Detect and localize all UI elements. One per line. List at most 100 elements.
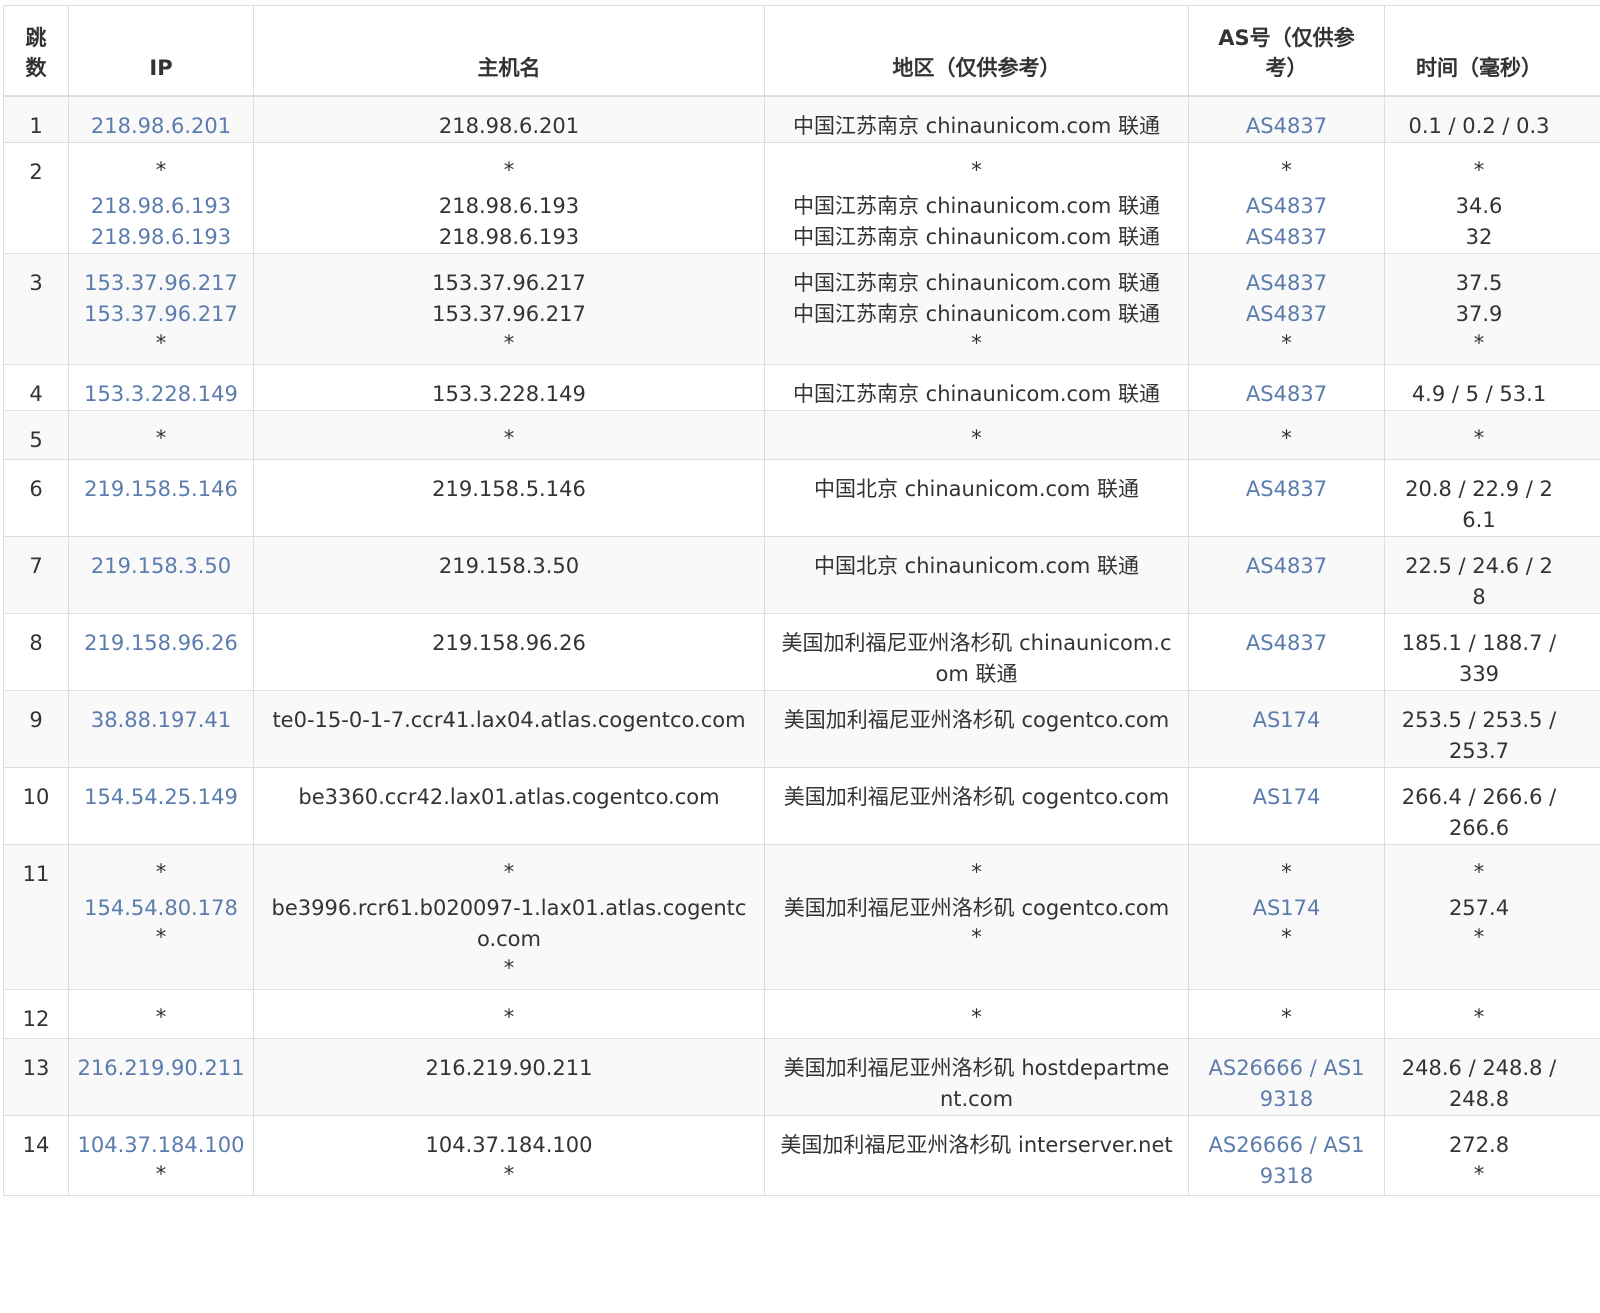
hop-number: 1 <box>29 113 43 138</box>
ip-link[interactable]: 154.54.25.149 <box>69 782 253 813</box>
no-response-marker: * <box>971 330 982 355</box>
as-link[interactable]: AS4837 <box>1189 299 1384 330</box>
ip-link[interactable]: 219.158.5.146 <box>69 474 253 505</box>
ip-link[interactable]: 154.54.80.178 <box>69 893 253 924</box>
no-response-marker: * <box>155 924 167 949</box>
host-cell-text: 218.98.6.193 <box>438 193 580 218</box>
hop-cell: 8 <box>3 612 69 691</box>
ip-link[interactable]: 153.3.228.149 <box>69 379 253 410</box>
no-response-marker: * <box>155 1161 167 1186</box>
hop-cell: 7 <box>3 535 69 614</box>
no-response-marker: * <box>971 924 982 949</box>
table-row: 14 104.37.184.100 * 104.37.184.100 * 美国加利福尼亚州… <box>3 1114 1600 1196</box>
table-header: 跳数 IP 主机名 地区（仅供参考） AS号（仅供参考） 时间（毫秒） <box>3 5 1600 97</box>
header-host: 主机名 <box>253 5 765 97</box>
host-cell: * <box>253 409 765 460</box>
table-row: 11 * 154.54.80.178 * * be3996.rcr61.b020097-1… <box>3 843 1600 990</box>
no-response-marker: * <box>1281 330 1292 355</box>
time-cell-text: 0.1 / 0.2 / 0.3 <box>1408 113 1550 138</box>
as-link[interactable]: AS26666 / AS19318 <box>1189 1130 1384 1192</box>
location-cell-text: 美国加利福尼亚州洛杉矶 hostdepartment.com <box>783 1055 1170 1111</box>
ip-link[interactable]: 153.37.96.217 <box>69 268 253 299</box>
as-link[interactable]: AS4837 <box>1189 222 1384 253</box>
ip-link[interactable]: 219.158.96.26 <box>69 628 253 659</box>
ip-link[interactable]: 153.37.96.217 <box>69 299 253 330</box>
ip-link[interactable]: 218.98.6.193 <box>69 222 253 253</box>
as-link[interactable]: AS4837 <box>1189 111 1384 142</box>
hop-number: 6 <box>29 476 43 501</box>
no-response-marker: * <box>503 425 515 450</box>
hop-number: 5 <box>29 427 43 452</box>
no-response-marker: * <box>971 1004 982 1029</box>
ip-link[interactable]: 104.37.184.100 <box>69 1130 253 1161</box>
time-cell-content: 272.8 * <box>1385 1130 1573 1195</box>
ip-link[interactable]: 38.88.197.41 <box>69 705 253 736</box>
no-response-marker: * <box>1281 1004 1292 1029</box>
as-link[interactable]: AS4837 <box>1189 551 1384 582</box>
no-response-marker: * <box>1473 330 1485 355</box>
time-cell: * <box>1384 409 1600 460</box>
time-cell-text: 248.6 / 248.8 / 248.8 <box>1401 1055 1557 1111</box>
header-host-label: 主机名 <box>477 55 541 80</box>
hop-cell: 5 <box>3 409 69 460</box>
time-cell-content: * 34.6 32 <box>1385 157 1573 253</box>
time-cell-text: 266.4 / 266.6 / 266.6 <box>1401 784 1557 840</box>
table-row: 8 219.158.96.26 219.158.96.26 美国加利福尼亚州洛杉矶 c… <box>3 612 1600 691</box>
hop-cell: 14 <box>3 1114 69 1196</box>
hop-cell: 9 <box>3 689 69 768</box>
no-response-marker: * <box>1281 924 1292 949</box>
table-row: 12 * * * * * <box>3 988 1600 1039</box>
time-cell-text: 37.5 <box>1455 270 1503 295</box>
location-cell-text: 中国江苏南京 chinaunicom.com 联通 <box>792 193 1161 218</box>
no-response-marker: * <box>1473 859 1485 884</box>
no-response-marker: * <box>1473 924 1485 949</box>
ip-link[interactable]: 218.98.6.201 <box>69 111 253 142</box>
ip-cell: 153.37.96.217 153.37.96.217 * <box>68 252 254 365</box>
host-cell-text: 219.158.5.146 <box>432 476 586 501</box>
header-as: AS号（仅供参考） <box>1188 5 1385 97</box>
hop-number: 14 <box>22 1132 50 1157</box>
table-row: 4 153.3.228.149 153.3.228.149 中国江苏南京 chinau… <box>3 363 1600 411</box>
as-cell: AS26666 / AS19318 <box>1188 1037 1385 1116</box>
as-link[interactable]: AS4837 <box>1189 628 1384 659</box>
ip-cell: * <box>68 988 254 1039</box>
as-link[interactable]: AS174 <box>1189 705 1384 736</box>
ip-link[interactable]: 216.219.90.211 <box>69 1053 253 1084</box>
as-link[interactable]: AS4837 <box>1189 191 1384 222</box>
table-row: 10 154.54.25.149 be3360.ccr42.lax01.atlas.… <box>3 766 1600 845</box>
hop-cell: 13 <box>3 1037 69 1116</box>
ip-link[interactable]: 218.98.6.193 <box>69 191 253 222</box>
location-cell-text: 美国加利福尼亚州洛杉矶 cogentco.com <box>783 707 1170 732</box>
header-hop: 跳数 <box>3 5 69 97</box>
as-link[interactable]: AS26666 / AS19318 <box>1189 1053 1384 1115</box>
location-cell-text: 美国加利福尼亚州洛杉矶 interserver.net <box>780 1132 1173 1157</box>
as-link[interactable]: AS4837 <box>1189 379 1384 410</box>
no-response-marker: * <box>503 1004 515 1029</box>
location-cell-text: 中国北京 chinaunicom.com 联通 <box>813 553 1140 578</box>
as-link[interactable]: AS4837 <box>1189 268 1384 299</box>
time-cell: 266.4 / 266.6 / 266.6 <box>1384 766 1600 845</box>
as-cell: AS26666 / AS19318 <box>1188 1114 1385 1196</box>
location-cell-text: 中国江苏南京 chinaunicom.com 联通 <box>792 224 1161 249</box>
host-cell-text: 153.37.96.217 <box>432 270 586 295</box>
hop-cell: 6 <box>3 458 69 537</box>
ip-link[interactable]: 219.158.3.50 <box>69 551 253 582</box>
time-cell: 253.5 / 253.5 / 253.7 <box>1384 689 1600 768</box>
as-cell: * AS174 * <box>1188 843 1385 990</box>
no-response-marker: * <box>155 859 167 884</box>
time-cell: 22.5 / 24.6 / 28 <box>1384 535 1600 614</box>
as-link[interactable]: AS174 <box>1189 893 1384 924</box>
hop-number: 7 <box>29 553 43 578</box>
as-link[interactable]: AS174 <box>1189 782 1384 813</box>
no-response-marker: * <box>503 955 515 980</box>
time-cell-content: 22.5 / 24.6 / 28 <box>1385 551 1573 613</box>
time-cell-text: 257.4 <box>1448 895 1510 920</box>
time-cell-content: 253.5 / 253.5 / 253.7 <box>1385 705 1573 767</box>
hop-cell: 2 <box>3 141 69 254</box>
time-cell: 0.1 / 0.2 / 0.3 <box>1384 95 1600 143</box>
location-cell: 中国江苏南京 chinaunicom.com 联通 中国江苏南京 chinauni… <box>764 252 1189 365</box>
time-cell-content: 0.1 / 0.2 / 0.3 <box>1385 111 1573 142</box>
location-cell: * <box>764 988 1189 1039</box>
as-link[interactable]: AS4837 <box>1189 474 1384 505</box>
no-response-marker: * <box>155 1004 167 1029</box>
